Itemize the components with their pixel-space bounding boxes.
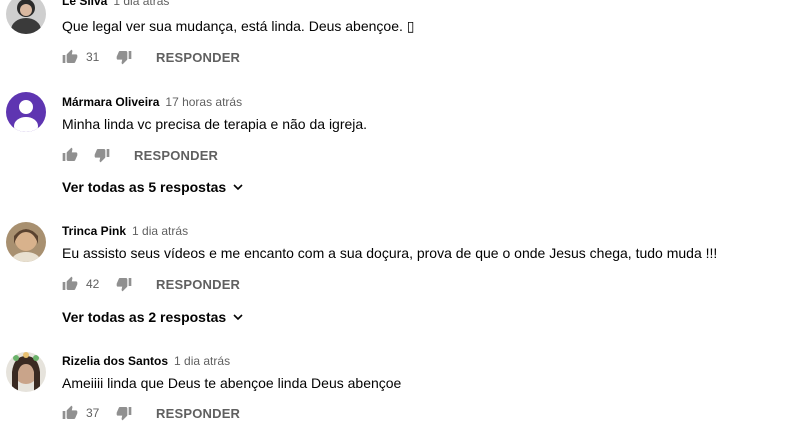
thumb-down-icon[interactable] — [94, 147, 110, 163]
comment-header: Trinca Pink 1 dia atrás — [62, 223, 188, 239]
comment-actions: 42 RESPONDER — [62, 274, 240, 294]
thumb-down-icon[interactable] — [116, 405, 132, 421]
comment-time[interactable]: 1 dia atrás — [113, 0, 169, 8]
thumb-up-icon[interactable] — [62, 276, 78, 292]
comment-text: Eu assisto seus vídeos e me encanto com … — [62, 245, 718, 261]
comment-actions: 31 RESPONDER — [62, 47, 240, 67]
comment-time[interactable]: 1 dia atrás — [174, 354, 230, 368]
comment-time[interactable]: 17 horas atrás — [165, 95, 242, 109]
comment-time[interactable]: 1 dia atrás — [132, 224, 188, 238]
comment-text: Ameiiii linda que Deus te abençoe linda … — [62, 375, 402, 391]
avatar[interactable] — [6, 222, 46, 262]
thumb-up-icon[interactable] — [62, 147, 78, 163]
comment-author[interactable]: Trinca Pink — [62, 224, 126, 238]
comment-item: Trinca Pink 1 dia atrás Eu assisto seus v… — [0, 220, 797, 330]
view-replies-label: Ver todas as 5 respostas — [62, 179, 227, 195]
thumb-up-icon[interactable] — [62, 49, 78, 65]
reply-button[interactable]: RESPONDER — [156, 50, 240, 65]
reply-button[interactable]: RESPONDER — [134, 148, 218, 163]
avatar[interactable] — [6, 0, 46, 34]
comment-header: Mármara Oliveira 17 horas atrás — [62, 94, 242, 110]
comment-actions: RESPONDER — [62, 145, 218, 165]
comment-author[interactable]: Le Silva — [62, 0, 107, 8]
chevron-down-icon — [233, 184, 243, 191]
comment-header: Rizelia dos Santos 1 dia atrás — [62, 353, 230, 369]
view-replies-button[interactable]: Ver todas as 2 respostas — [62, 308, 244, 326]
like-count: 37 — [86, 406, 100, 420]
comment-text: Minha linda vc precisa de terapia e não … — [62, 116, 368, 132]
reply-button[interactable]: RESPONDER — [156, 406, 240, 421]
thumb-up-icon[interactable] — [62, 405, 78, 421]
avatar[interactable] — [6, 352, 46, 392]
thumb-down-icon[interactable] — [116, 276, 132, 292]
like-count: 31 — [86, 50, 100, 64]
comment-actions: 37 RESPONDER — [62, 403, 240, 423]
comment-item: Rizelia dos Santos 1 dia atrás Ameiiii li… — [0, 350, 797, 433]
avatar[interactable] — [6, 92, 46, 132]
comment-item: Le Silva 1 dia atrás Que legal ver sua mu… — [0, 0, 797, 80]
view-replies-label: Ver todas as 2 respostas — [62, 309, 227, 325]
reply-button[interactable]: RESPONDER — [156, 277, 240, 292]
thumb-down-icon[interactable] — [116, 49, 132, 65]
comment-item: Mármara Oliveira 17 horas atrás Minha lin… — [0, 90, 797, 200]
comment-text: Que legal ver sua mudança, está linda. D… — [62, 18, 415, 34]
like-count: 42 — [86, 277, 100, 291]
chevron-down-icon — [233, 314, 243, 321]
comment-author[interactable]: Mármara Oliveira — [62, 95, 159, 109]
view-replies-button[interactable]: Ver todas as 5 respostas — [62, 178, 244, 196]
comment-author[interactable]: Rizelia dos Santos — [62, 354, 168, 368]
comment-header: Le Silva 1 dia atrás — [62, 0, 169, 9]
